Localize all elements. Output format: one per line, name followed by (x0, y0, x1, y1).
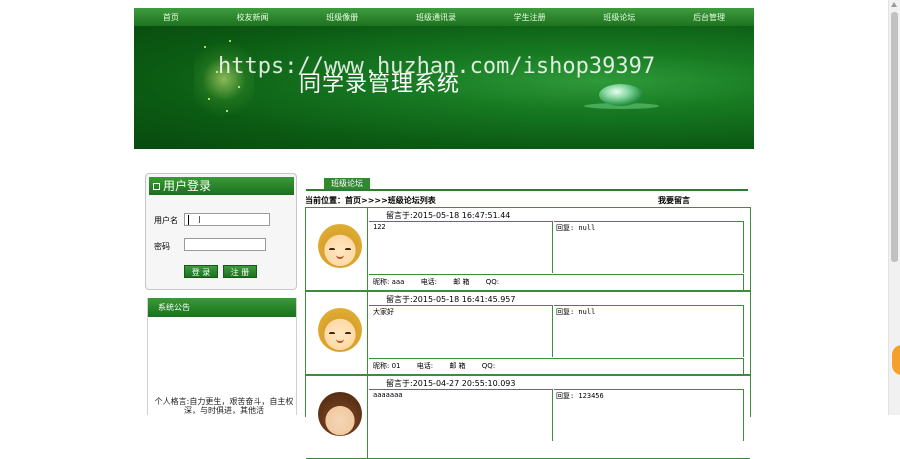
top-nav: 首页 校友新闻 班级像册 班级通讯录 学生注册 班级论坛 后台管理 (134, 8, 754, 26)
post-time: 留言于:2015-05-18 16:41:45.957 (386, 295, 516, 304)
login-panel: 用户登录 用户名 I 密码 登 录 注 册 (145, 173, 297, 290)
write-message-link[interactable]: 我要留言 (658, 195, 690, 206)
post-content: 大家好 (369, 305, 553, 357)
post-author-info: 昵称: aaa 电话: 邮 箱 QQ: (369, 274, 744, 290)
avatar-eye (345, 332, 351, 334)
username-label: 用户名 (154, 216, 178, 225)
post-reply: 回复: null (554, 221, 744, 273)
nav-item-class-album[interactable]: 班级像册 (326, 12, 358, 23)
nav-item-home[interactable]: 首页 (163, 12, 179, 23)
banner-sparkle (194, 34, 254, 124)
avatar-cell (306, 376, 368, 458)
post-author-info: 昵称: 01 电话: 邮 箱 QQ: (369, 358, 744, 374)
post-reply: 回复: null (554, 305, 744, 357)
nav-item-class-forum[interactable]: 班级论坛 (603, 12, 635, 23)
forum-post: 留言于:2015-05-18 16:41:45.957 大家好 回复: null… (306, 291, 750, 375)
sparkle-dot (229, 40, 231, 42)
post-phone: 电话: (420, 278, 438, 286)
scroll-up-arrow-icon[interactable] (891, 2, 897, 7)
sparkle-dot (226, 110, 228, 112)
nav-item-class-directory[interactable]: 班级通讯录 (416, 12, 456, 23)
sparkle-dot (204, 46, 206, 48)
scroll-thumb[interactable] (891, 12, 898, 262)
nav-item-admin[interactable]: 后台管理 (693, 12, 725, 23)
forum-post-list: 留言于:2015-05-18 16:47:51.44 122 回复: null … (305, 207, 751, 459)
post-content: 122 (369, 221, 553, 273)
banner: 同学录管理系统 https://www.huzhan.com/ishop3939… (134, 26, 754, 149)
password-input[interactable] (184, 238, 266, 251)
post-email: 邮 箱 (453, 278, 470, 286)
square-icon (153, 183, 160, 190)
avatar-eye (329, 248, 335, 250)
post-time: 留言于:2015-04-27 20:55:10.093 (386, 379, 516, 388)
nav-item-alumni-news[interactable]: 校友新闻 (237, 12, 269, 23)
post-qq: QQ: (485, 278, 500, 286)
notice-title: 系统公告 (148, 298, 296, 317)
avatar-eye (345, 248, 351, 250)
avatar-cell (306, 208, 368, 290)
avatar-cell (306, 292, 368, 374)
avatar (318, 308, 362, 352)
water-drop-icon (599, 84, 643, 106)
breadcrumb: 当前位置：首页>>>>班级论坛列表 (305, 196, 436, 205)
notice-panel: 系统公告 个人格言:自力更生，艰苦奋斗，自主权深，与时俱进，其他活 (147, 298, 297, 415)
post-reply: 回复: 123456 (554, 389, 744, 441)
ibeam-cursor-icon: I (198, 215, 201, 226)
notice-text: 个人格言:自力更生，艰苦奋斗，自主权深，与时俱进，其他活 (154, 397, 294, 415)
watermark-text: https://www.huzhan.com/ishop39397 (218, 54, 656, 79)
forum-post: 留言于:2015-05-18 16:47:51.44 122 回复: null … (306, 207, 750, 291)
post-qq: QQ: (481, 362, 496, 370)
nav-item-student-register[interactable]: 学生注册 (514, 12, 546, 23)
post-email: 邮 箱 (449, 362, 466, 370)
avatar (318, 392, 362, 436)
forum-post: 留言于:2015-04-27 20:55:10.093 aaaaaaa 回复: … (306, 375, 750, 459)
post-nickname: 昵称: 01 (373, 362, 401, 370)
login-title: 用户登录 (163, 179, 212, 193)
post-nickname: 昵称: aaa (373, 278, 405, 286)
post-content: aaaaaaa (369, 389, 553, 441)
floating-chat-button[interactable] (892, 345, 900, 375)
text-caret (188, 215, 189, 225)
avatar (318, 224, 362, 268)
avatar-mouth (336, 255, 344, 259)
username-input[interactable]: I (184, 213, 270, 226)
login-button[interactable]: 登 录 (184, 265, 218, 278)
avatar-eye (329, 332, 335, 334)
post-time: 留言于:2015-05-18 16:47:51.44 (386, 211, 511, 220)
tab-divider (306, 189, 748, 191)
sparkle-dot (208, 98, 210, 100)
register-button[interactable]: 注 册 (223, 265, 257, 278)
sparkle-dot (238, 86, 240, 88)
login-panel-header: 用户登录 (149, 177, 294, 195)
password-label: 密码 (154, 242, 170, 251)
post-phone: 电话: (416, 362, 434, 370)
avatar-mouth (336, 339, 344, 343)
